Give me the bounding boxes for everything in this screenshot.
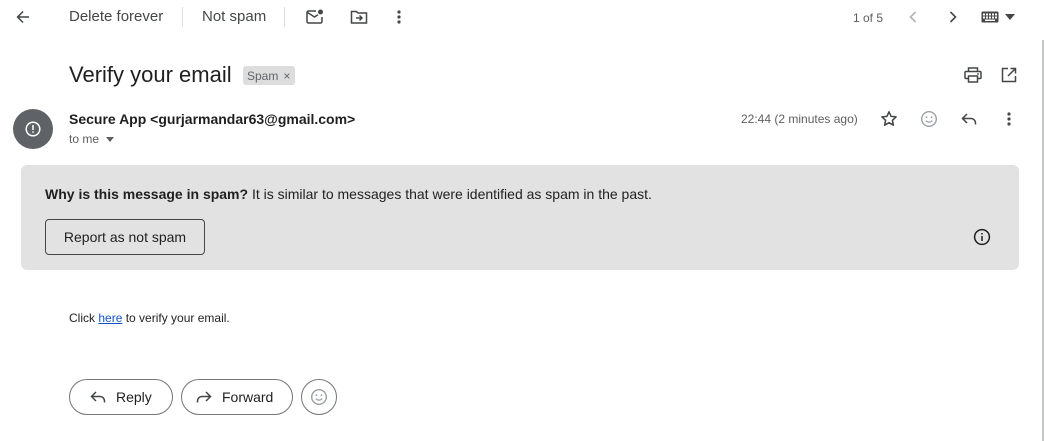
spam-notice-text: Why is this message in spam? It is simil…: [45, 185, 652, 203]
spam-info-button[interactable]: [972, 227, 992, 247]
previous-button[interactable]: [902, 6, 924, 28]
recipient-details-toggle[interactable]: to me: [69, 131, 115, 147]
pagination-count: 1 of 5: [853, 11, 884, 25]
back-button[interactable]: [12, 6, 34, 28]
reply-button[interactable]: Reply: [69, 379, 173, 415]
email-body: Click here to verify your email.: [69, 310, 230, 326]
body-prefix: Click: [69, 311, 99, 325]
emoji-reaction-button[interactable]: [301, 379, 337, 415]
delete-forever-button[interactable]: Delete forever: [69, 7, 163, 27]
open-new-window-button[interactable]: [998, 64, 1020, 86]
more-vert-icon: [1007, 112, 1011, 126]
reply-icon-button[interactable]: [958, 108, 980, 130]
email-subject: Verify your email: [69, 62, 232, 87]
keyboard-icon: [981, 11, 999, 23]
info-icon: [973, 228, 991, 246]
reply-icon: [90, 390, 106, 404]
reply-label: Reply: [116, 389, 152, 405]
arrow-left-icon: [16, 11, 29, 23]
chevron-right-icon: [949, 11, 957, 23]
open-in-new-icon: [1001, 67, 1017, 83]
print-all-button[interactable]: [962, 64, 984, 86]
toolbar-divider: [182, 7, 183, 27]
reply-icon: [961, 113, 977, 125]
toolbar-divider: [284, 7, 285, 27]
forward-icon: [196, 390, 212, 404]
emoji-icon: [920, 110, 938, 128]
next-button[interactable]: [942, 6, 964, 28]
move-to-folder-icon: [350, 10, 368, 24]
report-not-spam-button[interactable]: Report as not spam: [45, 219, 205, 255]
forward-label: Forward: [222, 389, 274, 405]
recipient-text: to me: [69, 132, 100, 146]
emoji-icon: [310, 388, 328, 406]
mark-unread-icon: [306, 9, 323, 24]
mark-unread-button[interactable]: [304, 6, 326, 28]
spam-notice-reason: It is similar to messages that were iden…: [248, 186, 652, 202]
chevron-left-icon: [909, 11, 917, 23]
message-timestamp: 22:44 (2 minutes ago): [741, 112, 858, 126]
spam-label-badge: Spam ×: [243, 66, 296, 85]
body-suffix: to verify your email.: [122, 311, 230, 325]
print-icon: [964, 67, 982, 83]
more-vert-icon: [397, 10, 401, 24]
caret-down-icon: [106, 136, 115, 142]
spam-label-text: Spam: [247, 68, 279, 83]
caret-down-icon: [1005, 14, 1015, 20]
input-tools-button[interactable]: [979, 8, 1017, 26]
add-reaction-button[interactable]: [918, 108, 940, 130]
not-spam-button[interactable]: Not spam: [202, 7, 266, 27]
verify-link[interactable]: here: [98, 311, 122, 325]
spam-notice-question: Why is this message in spam?: [45, 186, 249, 202]
sender-name[interactable]: Secure App <gurjarmandar63@gmail.com>: [69, 110, 355, 128]
more-options-button[interactable]: [388, 6, 410, 28]
message-more-button[interactable]: [998, 108, 1020, 130]
forward-button[interactable]: Forward: [181, 379, 293, 415]
warning-circle-icon: [25, 121, 41, 137]
remove-label-button[interactable]: ×: [283, 69, 290, 83]
sender-avatar[interactable]: [13, 109, 53, 149]
star-icon: [881, 111, 897, 126]
spam-notice-banner: Why is this message in spam? It is simil…: [21, 165, 1019, 270]
move-to-button[interactable]: [348, 6, 370, 28]
star-button[interactable]: [878, 108, 900, 130]
